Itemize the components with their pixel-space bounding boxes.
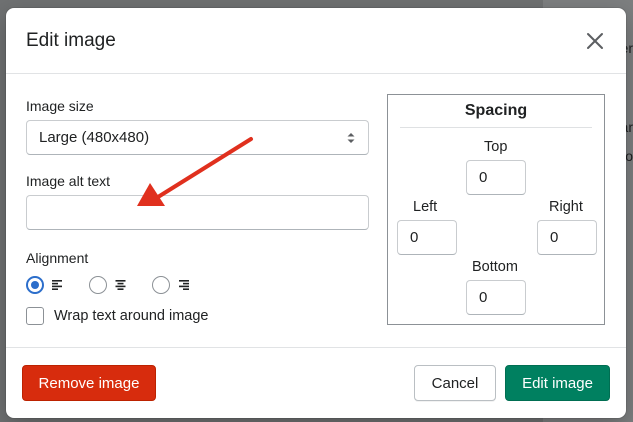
alt-text-input[interactable] (26, 195, 369, 230)
edit-image-dialog: Edit image Image size Large (480x480) Im… (6, 8, 626, 418)
spacing-bottom-label: Bottom (472, 259, 518, 275)
dialog-footer: Remove image Cancel Edit image (6, 347, 626, 418)
spacing-bottom-input[interactable]: 0 (466, 280, 526, 315)
align-right-icon (179, 280, 189, 290)
spacing-top-input[interactable]: 0 (466, 160, 526, 195)
align-left-radio[interactable] (26, 276, 44, 294)
image-size-label: Image size (26, 98, 94, 114)
spacing-top-label: Top (484, 139, 508, 155)
background-text-fragment: o (625, 148, 633, 164)
dialog-title: Edit image (26, 29, 116, 51)
alignment-label: Alignment (26, 250, 89, 266)
wrap-text-checkbox[interactable] (26, 307, 44, 325)
remove-image-button[interactable]: Remove image (22, 365, 156, 401)
align-left-icon (52, 280, 62, 290)
spacing-right-label: Right (549, 199, 583, 215)
spacing-left-input[interactable]: 0 (397, 220, 457, 255)
dialog-body: Image size Large (480x480) Image alt tex… (6, 74, 626, 347)
align-center-icon (115, 280, 126, 290)
image-size-select[interactable]: Large (480x480) (26, 120, 369, 155)
spacing-title: Spacing (464, 102, 528, 119)
align-center-radio[interactable] (89, 276, 107, 294)
cancel-button[interactable]: Cancel (414, 365, 496, 401)
dialog-header: Edit image (6, 8, 626, 74)
spacing-panel: Spacing Top 0 Left 0 Right 0 Bottom 0 (387, 94, 605, 325)
alignment-radio-group (26, 276, 215, 294)
spacing-left-label: Left (413, 199, 438, 215)
close-button[interactable] (582, 28, 608, 54)
select-chevron-icon (347, 132, 355, 143)
wrap-text-row: Wrap text around image (26, 307, 208, 325)
image-size-value: Large (480x480) (39, 129, 150, 146)
spacing-divider (400, 127, 592, 128)
wrap-text-label[interactable]: Wrap text around image (54, 308, 208, 324)
align-right-radio[interactable] (152, 276, 170, 294)
edit-image-button[interactable]: Edit image (505, 365, 610, 401)
alt-text-label: Image alt text (26, 173, 111, 189)
spacing-right-input[interactable]: 0 (537, 220, 597, 255)
close-icon (587, 32, 603, 49)
